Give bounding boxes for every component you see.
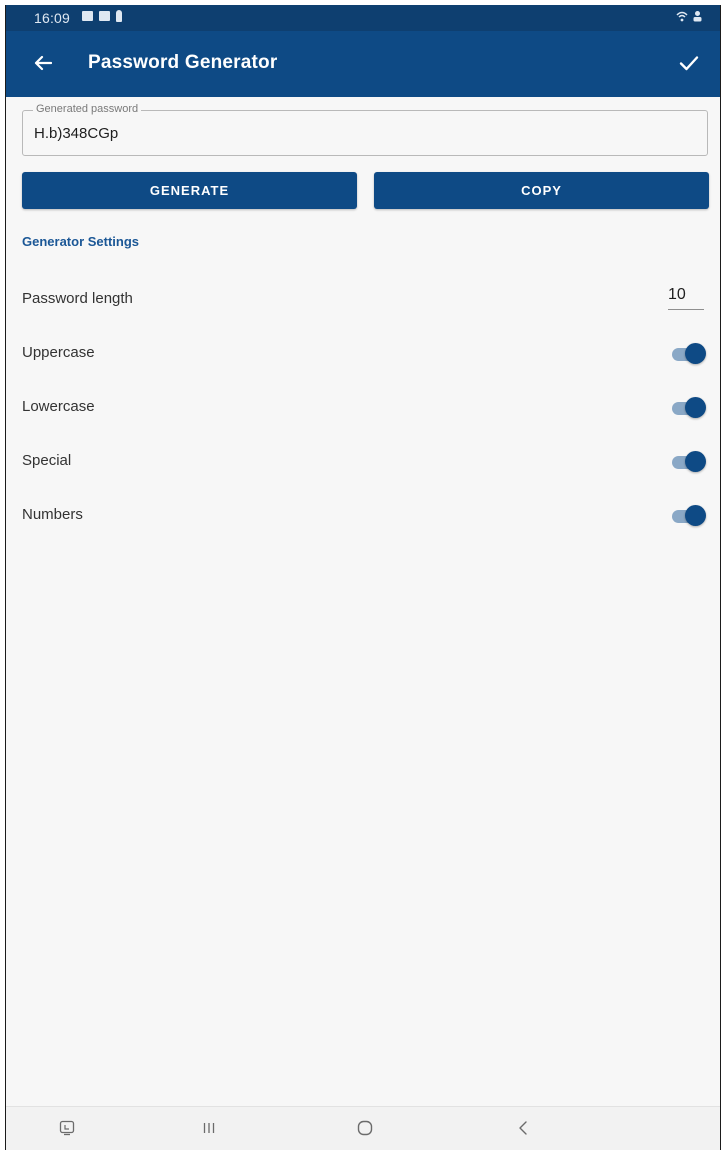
password-length-row: Password length 10 <box>22 284 710 314</box>
generator-settings-header: Generator Settings <box>22 234 140 249</box>
password-length-input[interactable]: 10 <box>668 284 704 310</box>
system-nav-bar <box>6 1106 720 1150</box>
uppercase-row: Uppercase <box>22 338 710 368</box>
notification-icon <box>82 11 93 21</box>
toggle-thumb <box>685 451 706 472</box>
check-icon <box>679 56 699 71</box>
profile-icon <box>693 11 702 22</box>
page-title: Password Generator <box>88 52 278 73</box>
home-button[interactable] <box>353 1116 377 1140</box>
password-length-label: Password length <box>22 290 133 307</box>
generated-password-value: H.b)348CGp <box>34 125 119 142</box>
status-time: 16:09 <box>34 10 71 26</box>
copy-button[interactable]: COPY <box>374 172 709 209</box>
toggle-thumb <box>685 397 706 418</box>
screenshot-button[interactable] <box>55 1116 79 1140</box>
special-toggle[interactable] <box>672 451 706 473</box>
gallery-icon <box>99 11 110 21</box>
status-icons-right <box>676 10 702 22</box>
numbers-toggle[interactable] <box>672 505 706 527</box>
screenshot-icon <box>59 1120 75 1136</box>
back-button[interactable] <box>28 48 58 78</box>
toggle-thumb <box>685 505 706 526</box>
nav-back-button[interactable] <box>511 1116 535 1140</box>
back-icon <box>519 1121 527 1135</box>
special-label: Special <box>22 452 72 469</box>
wifi-icon <box>676 11 688 21</box>
generated-password-label: Generated password <box>33 103 142 115</box>
lowercase-label: Lowercase <box>22 398 95 415</box>
uppercase-toggle[interactable] <box>672 343 706 365</box>
status-bar: 16:09 <box>6 5 720 31</box>
confirm-button[interactable] <box>674 48 704 78</box>
generated-password-field[interactable]: Generated password H.b)348CGp <box>22 103 708 156</box>
recents-button[interactable] <box>197 1116 221 1140</box>
recents-icon <box>203 1123 215 1133</box>
status-icons-left <box>82 10 122 22</box>
person-icon <box>116 10 122 22</box>
numbers-row: Numbers <box>22 500 710 530</box>
numbers-label: Numbers <box>22 506 83 523</box>
special-row: Special <box>22 446 710 476</box>
lowercase-toggle[interactable] <box>672 397 706 419</box>
toggle-thumb <box>685 343 706 364</box>
screen: 16:09 Password Generator Generated passw… <box>5 5 721 1150</box>
generate-button[interactable]: GENERATE <box>22 172 357 209</box>
arrow-left-icon <box>34 55 52 71</box>
app-bar: Password Generator <box>6 31 720 97</box>
uppercase-label: Uppercase <box>22 344 95 361</box>
home-icon <box>357 1120 373 1136</box>
lowercase-row: Lowercase <box>22 392 710 422</box>
